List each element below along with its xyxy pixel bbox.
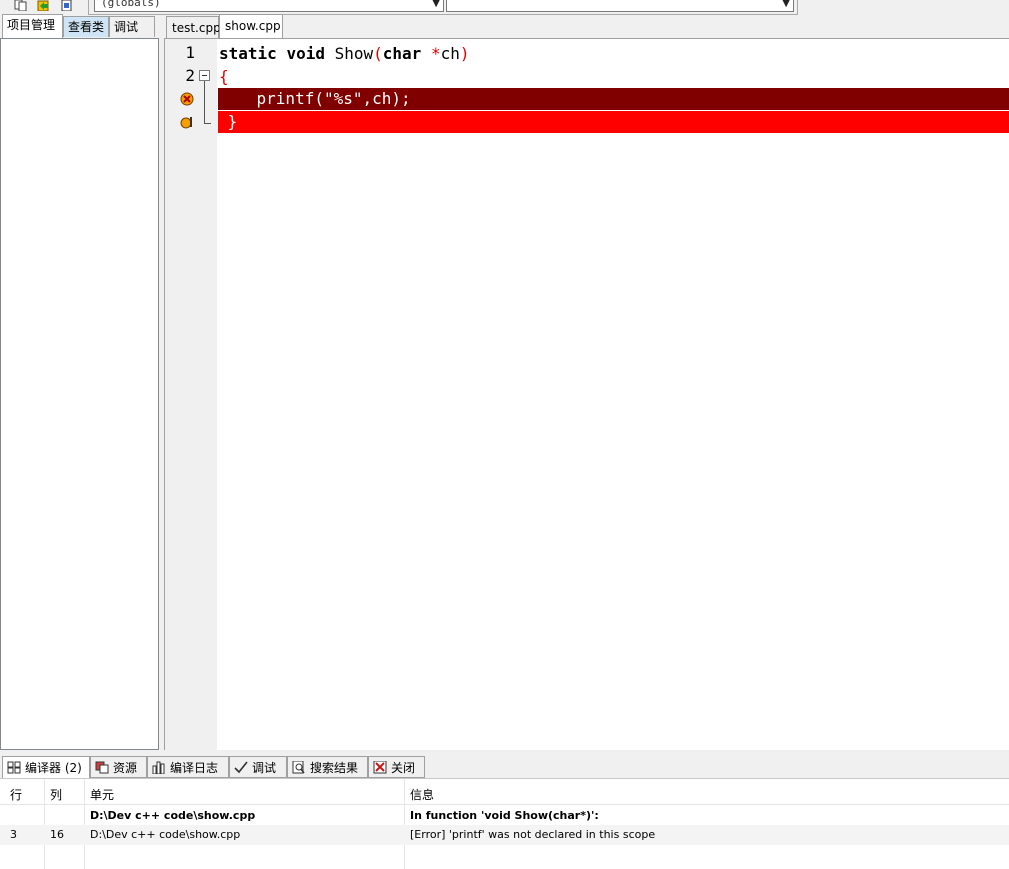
- tab-label: 搜索结果: [310, 761, 359, 775]
- bottom-panel-tabs: 编译器 (2) 资源 编译日志 调试 搜索结果 关闭: [0, 756, 1009, 778]
- tab-compile-log[interactable]: 编译日志: [147, 756, 229, 778]
- cell-message: [Error] 'printf' was not declared in thi…: [410, 828, 656, 841]
- tab-label: show.cpp: [225, 19, 281, 33]
- bar-chart-icon: [152, 761, 165, 774]
- copy-icon[interactable]: [14, 0, 28, 11]
- warning-marker-icon[interactable]: [180, 115, 194, 129]
- tab-label: 查看类: [68, 20, 105, 34]
- tab-label: 资源: [113, 761, 138, 775]
- column-header-unit[interactable]: 单元: [90, 786, 114, 803]
- tab-label: 编译日志: [170, 761, 219, 775]
- column-header-col[interactable]: 列: [50, 786, 62, 803]
- project-tree-panel[interactable]: [0, 38, 159, 750]
- line-number: 1: [185, 43, 195, 62]
- checkmark-icon: [234, 761, 248, 774]
- error-line: }: [218, 111, 1009, 133]
- tab-close[interactable]: 关闭: [368, 756, 425, 778]
- fold-guide: [204, 81, 205, 123]
- cell-col: 16: [50, 828, 64, 841]
- tab-search-results[interactable]: 搜索结果: [287, 756, 368, 778]
- tab-label: test.cpp: [172, 21, 221, 35]
- resources-icon: [95, 761, 109, 774]
- tab-debug-output[interactable]: 调试: [229, 756, 287, 778]
- tab-compiler[interactable]: 编译器 (2): [2, 756, 90, 778]
- toolbar: (globals) ▼ ▼: [0, 0, 1009, 15]
- tab-label: 关闭: [391, 761, 416, 775]
- tab-label: 调试: [114, 20, 139, 34]
- tab-label: 编译器 (2): [25, 761, 82, 775]
- fold-collapse-icon[interactable]: [199, 70, 210, 81]
- search-doc-icon: [292, 761, 305, 774]
- tab-debug[interactable]: 调试: [109, 16, 155, 37]
- grid-icon: [7, 761, 21, 774]
- tab-label: 调试: [252, 761, 277, 775]
- error-line: printf("%s",ch);: [218, 88, 1009, 110]
- cell-unit: D:\Dev c++ code\show.cpp: [90, 809, 256, 822]
- chevron-down-icon[interactable]: ▼: [432, 0, 440, 9]
- code-editor[interactable]: 1 static void Show(char *ch) 2 { printf(…: [164, 38, 1009, 750]
- scope-combo-value: (globals): [101, 0, 161, 9]
- fold-guide-end: [204, 123, 211, 124]
- line-number: 2: [185, 66, 195, 85]
- tab-label: 项目管理: [7, 18, 56, 32]
- tab-project-management[interactable]: 项目管理: [2, 14, 63, 38]
- tab-class-view[interactable]: 查看类: [63, 16, 109, 37]
- code-line: static void Show(char *ch): [219, 44, 470, 63]
- code-line: {: [219, 67, 229, 86]
- compiler-messages-table[interactable]: 行 列 单元 信息 D:\Dev c++ code\show.cpp In fu…: [0, 778, 1009, 869]
- chevron-down-icon[interactable]: ▼: [782, 0, 790, 9]
- line-number-gutter: [165, 39, 217, 750]
- scope-combo[interactable]: (globals) ▼: [94, 0, 444, 12]
- column-header-line[interactable]: 行: [10, 786, 22, 803]
- tab-show-cpp[interactable]: show.cpp: [219, 14, 283, 38]
- cell-unit: D:\Dev c++ code\show.cpp: [90, 828, 241, 841]
- close-icon: [373, 761, 387, 774]
- tab-test-cpp[interactable]: test.cpp: [166, 16, 221, 38]
- table-row[interactable]: D:\Dev c++ code\show.cpp In function 'vo…: [0, 806, 1009, 825]
- tab-resources[interactable]: 资源: [90, 756, 147, 778]
- new-file-icon[interactable]: [37, 0, 51, 11]
- member-combo[interactable]: ▼: [446, 0, 794, 12]
- table-row[interactable]: 3 16 D:\Dev c++ code\show.cpp [Error] 'p…: [0, 825, 1009, 845]
- cell-line: 3: [10, 828, 17, 841]
- column-header-message[interactable]: 信息: [410, 786, 434, 803]
- document-icon[interactable]: [60, 0, 74, 11]
- error-marker-icon[interactable]: [180, 92, 194, 106]
- cell-message: In function 'void Show(char*)':: [410, 809, 599, 822]
